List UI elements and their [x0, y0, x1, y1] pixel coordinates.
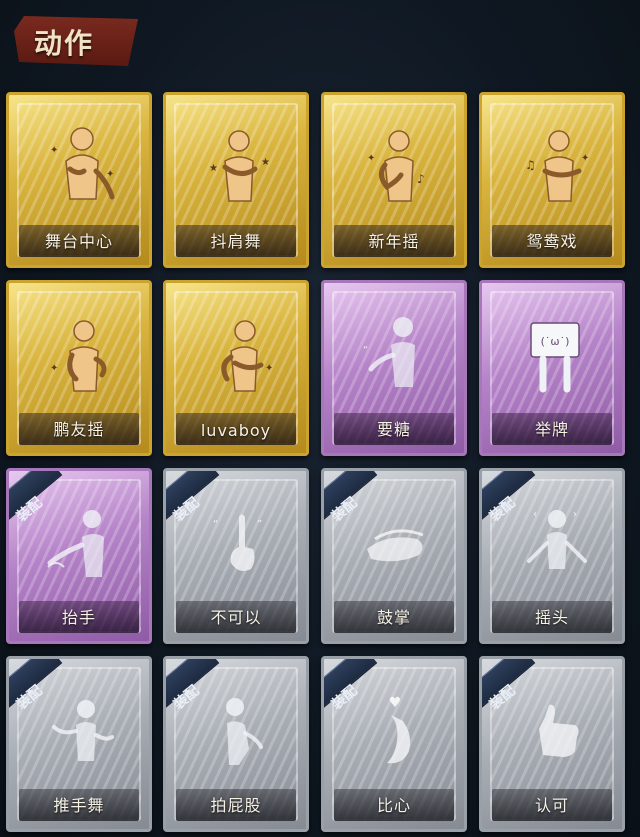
emote-card-stage-center[interactable]: ✦ ✦ 舞台中心 [6, 92, 152, 268]
equipped-badge: 装配 [324, 659, 384, 719]
emote-card-thumbs-up[interactable]: 认可 装配 [479, 656, 625, 832]
pose-ask-candy-icon: “ [363, 317, 415, 387]
emote-card-raise-hand[interactable]: 抬手 装配 [6, 468, 152, 644]
emote-card-shoulder-shake[interactable]: ★ ★ 抖肩舞 [163, 92, 309, 268]
equipped-badge: 装配 [166, 471, 226, 531]
svg-text:“: “ [363, 345, 368, 356]
emote-card-clap[interactable]: 鼓掌 装配 [321, 468, 467, 644]
svg-text:★: ★ [209, 163, 218, 174]
svg-text:♫: ♫ [525, 158, 536, 172]
emote-label: 推手舞 [53, 796, 105, 815]
emote-card-friend-shake[interactable]: ✦ 鹏友摇 [6, 280, 152, 456]
equipped-badge: 装配 [9, 471, 69, 531]
emote-card-no[interactable]: “ ” 不可以 装配 [163, 468, 309, 644]
equipped-badge: 装配 [324, 471, 384, 531]
svg-text:✦: ✦ [106, 169, 114, 180]
svg-text:♪: ♪ [417, 172, 425, 186]
emote-label: 拍屁股 [210, 796, 262, 815]
emote-grid: ✦ ✦ 舞台中心 ★ ★ 抖肩舞 ♪ ✦ 新年摇 ♫ ✦ 鸳鸯戏 ✦ 鹏友摇 ✦… [0, 88, 640, 837]
svg-text:✦: ✦ [50, 363, 58, 374]
equipped-badge: 装配 [166, 659, 226, 719]
emote-card-push-hand-dance[interactable]: 推手舞 装配 [6, 656, 152, 832]
svg-text:”: ” [257, 519, 262, 530]
header: 动作 [0, 0, 640, 80]
emote-card-hold-sign[interactable]: (˙ω˙) 举牌 [479, 280, 625, 456]
emote-label: 鼓掌 [376, 608, 411, 627]
svg-text:✦: ✦ [265, 363, 273, 374]
svg-text:✦: ✦ [50, 145, 58, 156]
emote-card-luvaboy[interactable]: ✦ luvaboy [163, 280, 309, 456]
emote-label: 摇头 [534, 608, 569, 627]
pose-mandarin-duck-icon: ♫ ✦ [525, 130, 589, 202]
pose-new-year-shake-icon: ♪ ✦ [367, 130, 425, 202]
equipped-badge: 装配 [482, 471, 542, 531]
equipped-badge: 装配 [9, 659, 69, 719]
equipped-badge: 装配 [482, 659, 542, 719]
emote-card-mandarin-duck[interactable]: ♫ ✦ 鸳鸯戏 [479, 92, 625, 268]
emote-label: 举牌 [534, 420, 569, 439]
emote-card-shake-head[interactable]: › ‹ 摇头 装配 [479, 468, 625, 644]
pose-luvaboy-icon: ✦ [221, 320, 273, 392]
pose-hold-sign-icon: (˙ω˙) [530, 322, 580, 393]
emote-card-heart-hand[interactable]: ♥ 比心 装配 [321, 656, 467, 832]
svg-text:♥: ♥ [389, 695, 402, 711]
svg-text:›: › [573, 509, 577, 520]
pose-friend-shake-icon: ✦ [50, 320, 107, 392]
emote-label: 比心 [376, 796, 411, 815]
svg-text:✦: ✦ [367, 153, 375, 164]
emote-label: 不可以 [210, 608, 262, 627]
emote-card-pat-butt[interactable]: 拍屁股 装配 [163, 656, 309, 832]
pose-stage-center-icon: ✦ ✦ [50, 127, 115, 200]
emote-label: 抖肩舞 [210, 232, 262, 251]
svg-text:★: ★ [261, 157, 270, 168]
page-title: 动作 [34, 27, 95, 60]
emote-label: luvaboy [200, 421, 272, 440]
emote-card-ask-candy[interactable]: “ 要糖 [321, 280, 467, 456]
emote-label: 抬手 [61, 608, 96, 627]
emote-label: 要糖 [376, 420, 411, 439]
emote-label: 舞台中心 [44, 232, 113, 251]
emote-label: 新年摇 [368, 232, 420, 251]
emote-label: 认可 [534, 796, 569, 815]
emote-label: 鹏友摇 [53, 420, 105, 439]
pose-shoulder-shake-icon: ★ ★ [209, 130, 270, 202]
svg-text:✦: ✦ [581, 153, 589, 164]
emote-label: 鸳鸯戏 [526, 232, 578, 251]
svg-text:(˙ω˙): (˙ω˙) [541, 335, 570, 348]
emote-card-new-year-shake[interactable]: ♪ ✦ 新年摇 [321, 92, 467, 268]
